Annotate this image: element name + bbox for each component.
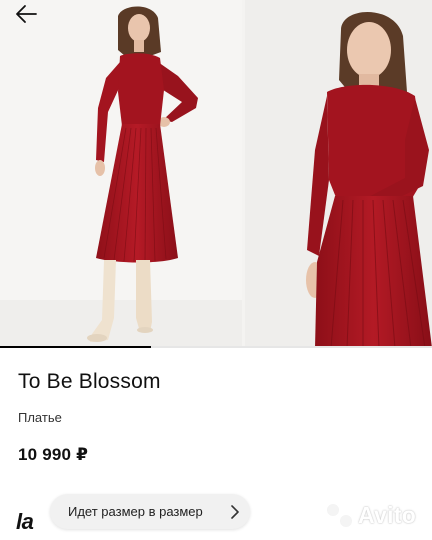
gallery-progress-fill	[0, 346, 152, 348]
gallery-photo-full-length[interactable]	[0, 0, 242, 348]
product-title: To Be Blossom	[18, 370, 161, 393]
size-fit-chip[interactable]: Идет размер в размер	[50, 494, 250, 529]
photo-gallery[interactable]	[0, 0, 432, 348]
arrow-left-icon	[16, 5, 37, 23]
gallery-photo-closeup[interactable]	[245, 0, 432, 348]
back-button[interactable]	[8, 2, 44, 26]
chevron-right-icon	[231, 505, 239, 519]
product-price: 10 990 ₽	[18, 445, 89, 464]
size-fit-label: Идет размер в размер	[68, 504, 203, 519]
gallery-progress	[0, 346, 432, 348]
brand-logo: la	[16, 509, 34, 534]
avito-logo-icon	[325, 502, 354, 529]
avito-wordmark: Avito	[358, 501, 417, 528]
product-category: Платье	[18, 410, 62, 425]
avito-watermark: Avito	[325, 500, 425, 530]
